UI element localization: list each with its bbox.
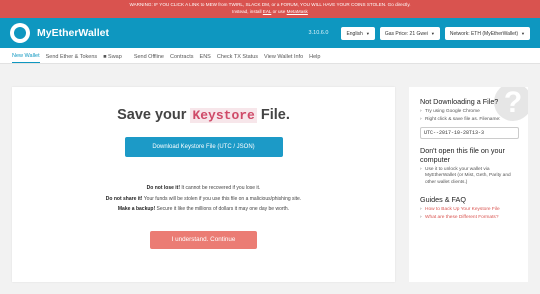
- help-sidebar: ? Not Downloading a File? Try using Goog…: [409, 87, 528, 282]
- tab-swap[interactable]: ■ Swap: [103, 54, 128, 63]
- note-do-not-share: Do not share it! Your funds will be stol…: [105, 195, 302, 202]
- tab-send-offline[interactable]: Send Offline: [134, 54, 164, 63]
- tab-check-tx-status[interactable]: Check TX Status: [217, 54, 258, 63]
- tab-view-wallet-info[interactable]: View Wallet Info: [264, 54, 303, 63]
- tab-contracts[interactable]: Contracts: [170, 54, 194, 63]
- mew-logo-icon[interactable]: [10, 23, 30, 43]
- download-keystore-button[interactable]: Download Keystore File (UTC / JSON): [124, 137, 283, 157]
- guide-link-backup[interactable]: How to Back Up Your Keystore File: [420, 207, 519, 214]
- header-bar: MyEtherWallet 3.10.6.0 English ▼ Gas Pric…: [0, 18, 540, 48]
- list-item: Right click & save file as. Filename:: [420, 117, 519, 124]
- network-dropdown[interactable]: Network: ETH (MyEtherWallet) ▼: [444, 26, 530, 40]
- warning-notes: Do not lose it! It cannot be recovered i…: [12, 183, 395, 215]
- language-dropdown[interactable]: English ▼: [341, 26, 375, 40]
- sidebar-title-not-downloading: Not Downloading a File?: [420, 97, 499, 106]
- warning-link-metamask[interactable]: MetaMask: [287, 9, 308, 14]
- version-number: 3.10.6.0: [308, 30, 329, 36]
- tab-help[interactable]: Help: [309, 54, 320, 63]
- tab-new-wallet[interactable]: New Wallet: [12, 53, 40, 63]
- chevron-down-icon: ▼: [521, 30, 525, 36]
- gas-price-dropdown[interactable]: Gas Price: 21 Gwei ▼: [379, 26, 440, 40]
- keystore-code: Keystore: [190, 108, 257, 123]
- tab-ens[interactable]: ENS: [200, 54, 211, 63]
- filename-field[interactable]: UTC--2017-10-28T13-3: [420, 126, 519, 139]
- note-do-not-lose: Do not lose it! It cannot be recovered i…: [146, 185, 261, 191]
- note-make-backup: Make a backup! Secure it like the millio…: [117, 206, 290, 212]
- sidebar-title-guides: Guides & FAQ: [420, 194, 466, 204]
- list-item: Use it to unlock your wallet via MyEther…: [420, 167, 519, 187]
- warning-line-2: Instead, install EAL or use MetaMask: [232, 8, 308, 14]
- main-nav: New Wallet Send Ether & Tokens ■ Swap Se…: [0, 48, 540, 64]
- continue-button[interactable]: I understand. Continue: [150, 230, 257, 249]
- warning-link-eal[interactable]: EAL: [263, 9, 272, 14]
- page-title: Save your Keystore File.: [117, 107, 290, 123]
- tab-send-ether-tokens[interactable]: Send Ether & Tokens: [46, 54, 98, 63]
- list-item: Try using Google Chrome: [420, 109, 519, 116]
- brand-name[interactable]: MyEtherWallet: [37, 27, 109, 39]
- chevron-down-icon: ▼: [430, 30, 435, 36]
- chevron-down-icon: ▼: [365, 30, 370, 36]
- sidebar-title-dont-open: Don't open this file on your computer: [420, 145, 505, 164]
- keystore-panel: Save your Keystore File. Download Keysto…: [12, 87, 395, 282]
- phishing-warning-banner: WARNING: IF YOU CLICK A LINK to MEW from…: [0, 0, 540, 18]
- guide-link-formats[interactable]: What are these Different Formats?: [420, 215, 519, 222]
